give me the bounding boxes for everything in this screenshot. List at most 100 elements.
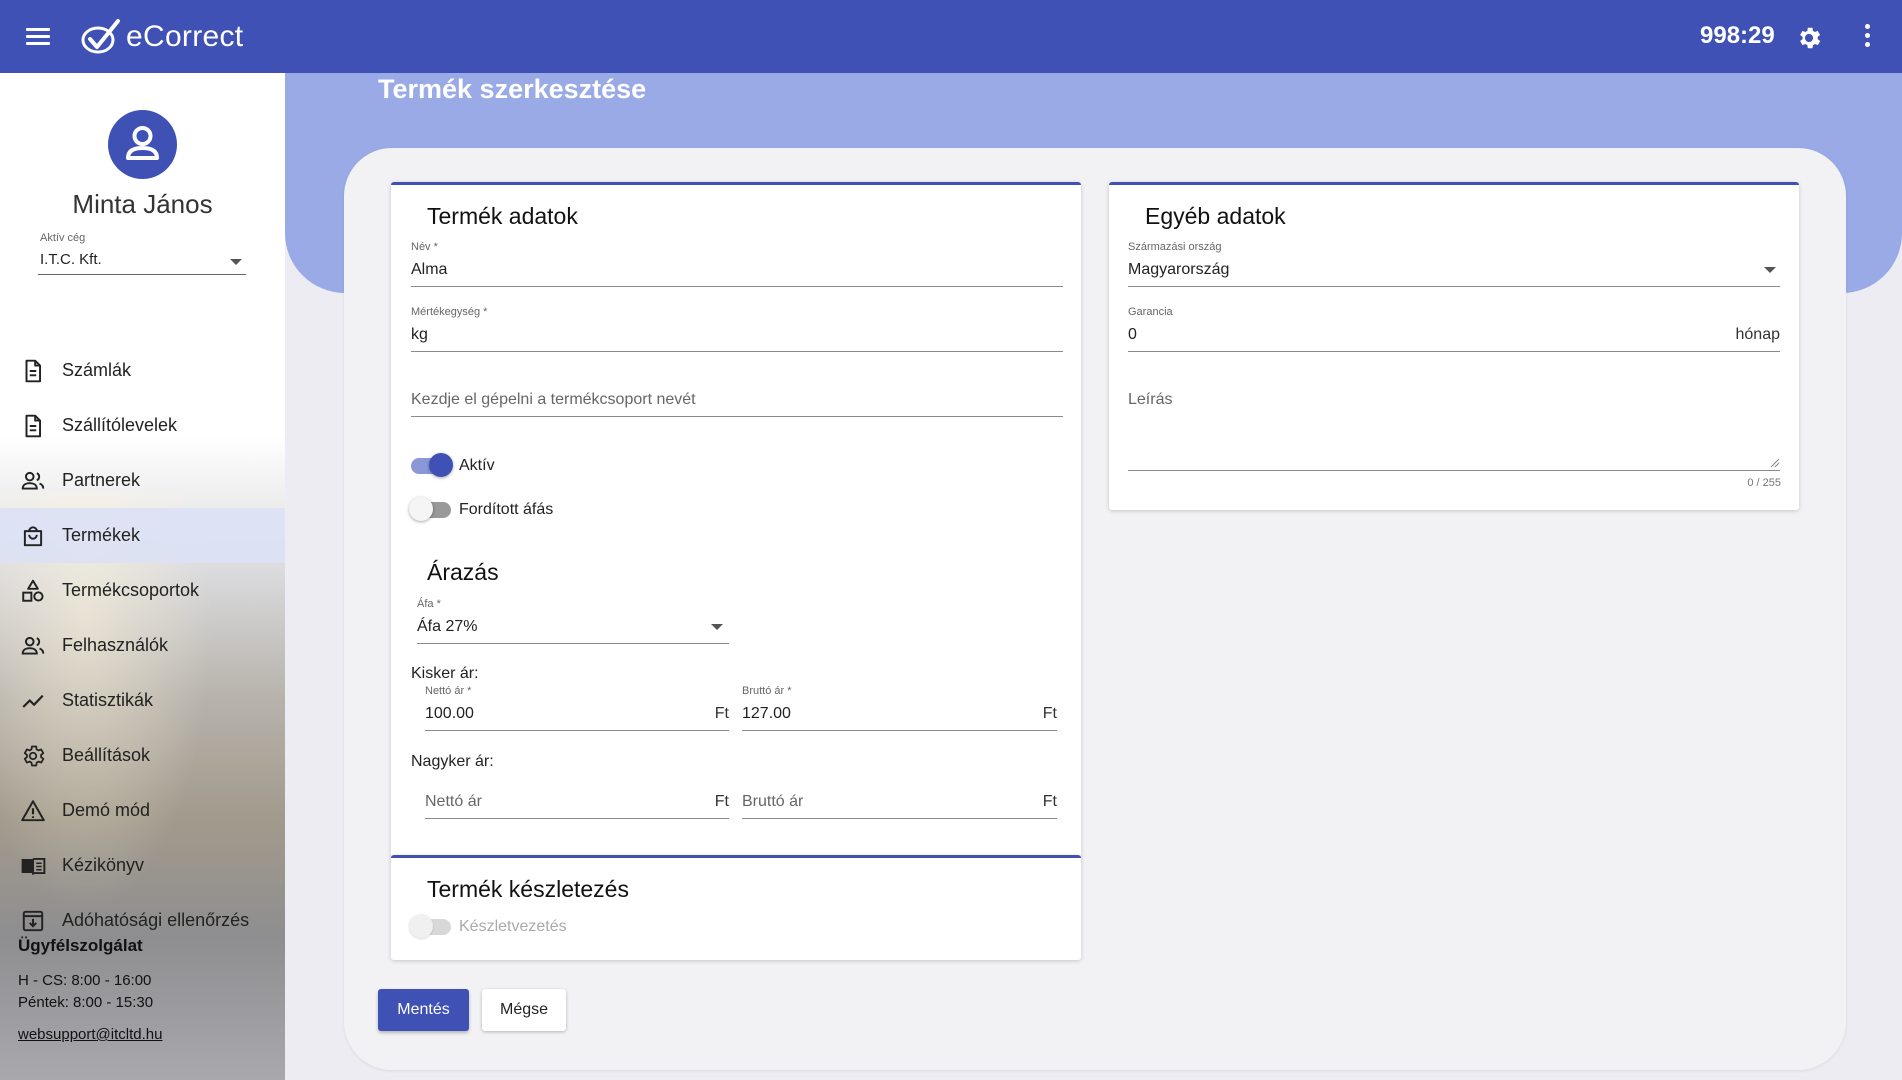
support-info: Ügyfélszolgálat H - CS: 8:00 - 16:00 Pén… (18, 936, 162, 1043)
shopping-bag-icon (23, 525, 43, 546)
retail-net-price-field[interactable]: Nettó ár * 100.00 Ft (425, 685, 729, 731)
trend-icon (22, 694, 44, 708)
sidebar-item-label: Demó mód (62, 800, 151, 820)
stock-toggle-label: Készletvezetés (459, 918, 567, 935)
retail-net-label: Nettó ár * (425, 685, 472, 697)
document-icon (25, 414, 42, 437)
gear-icon[interactable] (1795, 24, 1823, 52)
description-textarea[interactable]: Leírás (1128, 373, 1780, 471)
active-toggle-track (411, 453, 453, 477)
currency-suffix: Ft (714, 705, 729, 722)
sidebar-item-label: Beállítások (62, 745, 151, 765)
reverse-vat-toggle-label: Fordított áfás (459, 501, 554, 518)
people-icon (21, 471, 45, 490)
user-name: Minta János (72, 189, 213, 219)
active-toggle-label: Aktív (459, 457, 495, 474)
chevron-down-icon (230, 259, 242, 265)
company-label: Aktív cég (40, 232, 86, 244)
name-value: Alma (411, 261, 448, 278)
name-field[interactable]: Név * Alma (411, 241, 1063, 287)
retail-gross-label: Bruttó ár * (742, 685, 792, 697)
vat-select[interactable]: Áfa * Áfa 27% (417, 598, 729, 644)
sidebar-item-label: Szállítólevelek (62, 415, 178, 435)
product-data-panel: Termék adatok Név * Alma Mértékegység * … (391, 182, 1081, 858)
gear-icon (23, 745, 45, 766)
unit-field[interactable]: Mértékegység * kg (411, 306, 1063, 352)
sidebar-item-label: Adóhatósági ellenőrzés (62, 910, 250, 930)
other-data-panel: Egyéb adatok Származási ország Magyarors… (1109, 182, 1799, 510)
reverse-vat-toggle-knob (409, 497, 433, 521)
menu-icon[interactable] (26, 28, 50, 46)
support-title: Ügyfélszolgálat (18, 936, 143, 955)
product-group-input[interactable]: Kezdje el gépelni a termékcsoport nevét (411, 373, 1063, 417)
sidebar-item-label: Kézikönyv (62, 855, 145, 875)
app-logo[interactable]: eCorrect (80, 17, 243, 57)
vat-label: Áfa * (417, 598, 441, 610)
currency-suffix: Ft (1042, 793, 1057, 810)
pricing-title: Árazás (427, 559, 499, 585)
other-data-title: Egyéb adatok (1145, 203, 1286, 229)
retail-net-value: 100.00 (425, 705, 474, 722)
reverse-vat-toggle[interactable]: Fordított áfás (409, 497, 554, 521)
stock-title: Termék készletezés (427, 876, 629, 902)
chevron-down-icon (1764, 267, 1776, 273)
product-group-placeholder: Kezdje el gépelni a termékcsoport nevét (411, 391, 696, 408)
stock-toggle-track (409, 914, 451, 938)
country-select[interactable]: Származási ország Magyarország (1128, 241, 1780, 287)
sidebar-item-label: Felhasználók (62, 635, 169, 655)
sidebar-item-label: Partnerek (62, 470, 141, 490)
sidebar-item-partnerek[interactable]: Partnerek (0, 453, 285, 508)
warranty-field[interactable]: Garancia 0 hónap (1128, 306, 1781, 352)
sidebar-item-label: Termékcsoportok (62, 580, 200, 600)
sidebar-item-szamlak[interactable]: Számlák (0, 343, 285, 398)
sidebar-item-kezikonyv[interactable]: Kézikönyv (0, 838, 285, 893)
country-value: Magyarország (1128, 261, 1230, 278)
sidebar-item-beallitasok[interactable]: Beállítások (0, 728, 285, 783)
wholesale-gross-price-field[interactable]: Bruttó ár Ft (742, 775, 1057, 819)
avatar[interactable] (108, 110, 177, 179)
chevron-down-icon (711, 624, 723, 630)
vat-value: Áfa 27% (417, 618, 478, 635)
cancel-button[interactable]: Mégse (482, 989, 566, 1031)
resize-handle-icon[interactable] (1770, 458, 1780, 468)
sidebar-item-szallitolevelek[interactable]: Szállítólevelek (0, 398, 285, 453)
book-icon (21, 857, 46, 875)
sidebar-item-statisztikak[interactable]: Statisztikák (0, 673, 285, 728)
stock-toggle-knob (409, 914, 433, 938)
wholesale-price-label: Nagyker ár: (411, 753, 494, 770)
support-hours-weekdays: H - CS: 8:00 - 16:00 (18, 972, 152, 989)
app-title: eCorrect (126, 20, 244, 53)
save-button[interactable]: Mentés (378, 989, 469, 1031)
support-email-link[interactable]: websupport@itcltd.hu (18, 1026, 162, 1043)
retail-gross-price-field[interactable]: Bruttó ár * 127.00 Ft (742, 685, 1057, 731)
more-vert-icon[interactable] (1860, 24, 1874, 50)
warning-icon (21, 799, 45, 821)
sidebar-item-termekek[interactable]: Termékek (0, 508, 285, 563)
name-label: Név * (411, 241, 438, 253)
active-toggle-knob (429, 453, 453, 477)
sidebar-item-demo-mod[interactable]: Demó mód (0, 783, 285, 838)
sidebar-item-label: Termékek (62, 525, 141, 545)
stock-toggle[interactable]: Készletvezetés (409, 914, 567, 938)
company-select[interactable]: I.T.C. Kft. (38, 249, 246, 275)
sidebar-item-termekcsoportok[interactable]: Termékcsoportok (0, 563, 285, 618)
sidebar-item-label: Statisztikák (62, 690, 154, 710)
description-placeholder: Leírás (1128, 391, 1173, 408)
company-value: I.T.C. Kft. (40, 251, 102, 268)
sidebar-item-felhasznalok[interactable]: Felhasználók (0, 618, 285, 673)
reverse-vat-toggle-track (409, 497, 451, 521)
wholesale-net-placeholder: Nettó ár (425, 793, 482, 810)
archive-download-icon (22, 910, 44, 931)
wholesale-net-price-field[interactable]: Nettó ár Ft (425, 775, 729, 819)
country-label: Származási ország (1128, 241, 1222, 253)
active-toggle[interactable]: Aktív (411, 453, 495, 477)
people-icon (21, 636, 45, 655)
support-hours-friday: Péntek: 8:00 - 15:30 (18, 994, 154, 1011)
warranty-unit: hónap (1735, 326, 1781, 343)
document-icon (25, 359, 42, 382)
wholesale-gross-placeholder: Bruttó ár (742, 793, 804, 810)
sidebar-item-label: Számlák (62, 360, 132, 380)
top-app-bar: eCorrect 998:29 (0, 0, 1902, 73)
person-icon (126, 126, 159, 160)
retail-price-label: Kisker ár: (411, 665, 479, 682)
